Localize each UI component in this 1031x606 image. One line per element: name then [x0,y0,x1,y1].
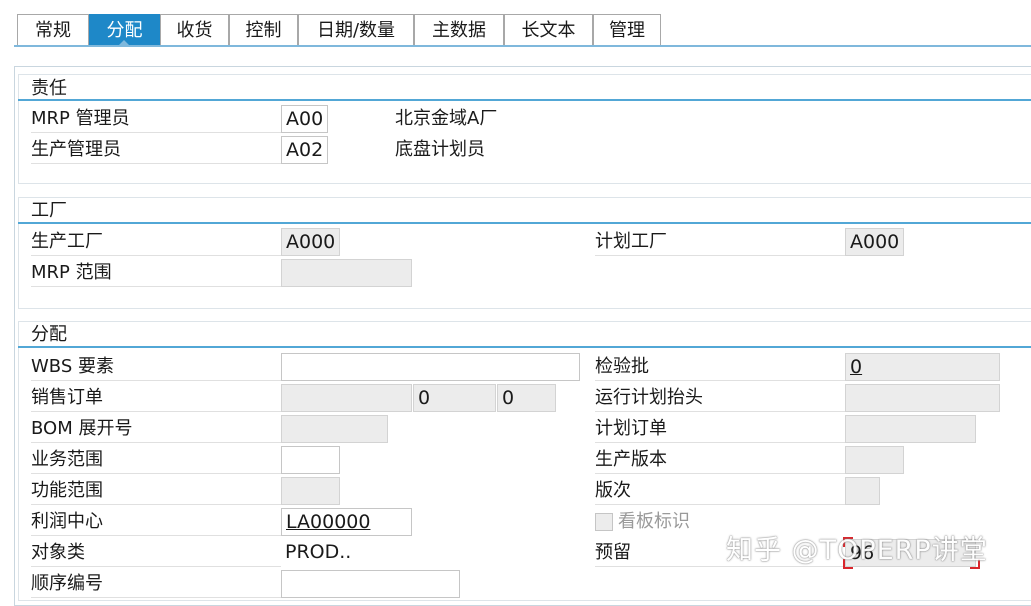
kanban-label: 看板标识 [618,511,690,532]
functional-area-label: 功能范围 [31,477,281,505]
planned-order-field [845,415,976,443]
sales-order-schedule-field: 0 [497,384,556,412]
planning-plant-field: A000 [845,228,904,256]
tab-goods-receipt[interactable]: 收货 [160,14,229,45]
production-plant-label: 生产工厂 [31,228,281,256]
tab-general[interactable]: 常规 [17,14,89,45]
sales-order-label: 销售订单 [31,384,281,412]
plant-title: 工厂 [31,200,67,221]
tab-administration[interactable]: 管理 [593,14,661,45]
sequence-number-field[interactable] [281,570,460,598]
mrp-area-field [281,259,412,287]
tab-long-text[interactable]: 长文本 [504,14,593,45]
production-version-label: 生产版本 [595,446,845,474]
business-area-field[interactable] [281,446,340,474]
profit-center-field[interactable]: LA00000 [281,508,412,536]
bom-explosion-label: BOM 展开号 [31,415,281,443]
active-tab-caret [118,40,130,46]
object-class-label: 对象类 [31,539,281,567]
watermark-text: 知乎 @TOPERP讲堂 [726,535,988,566]
production-supervisor-description: 底盘计划员 [395,139,485,160]
tab-master-data[interactable]: 主数据 [414,14,504,45]
profit-center-label: 利润中心 [31,508,281,536]
tab-bar: 常规 分配 收货 控制 日期/数量 主数据 长文本 管理 [0,0,1031,60]
kanban-checkbox[interactable] [595,513,613,531]
production-supervisor-field[interactable]: A02 [281,136,328,164]
mrp-controller-label: MRP 管理员 [31,105,281,133]
assignment-divider [18,346,1031,348]
run-schedule-header-field [845,384,1000,412]
tab-dates-quantities[interactable]: 日期/数量 [298,14,414,45]
sequence-number-label: 顺序编号 [31,570,281,598]
sales-order-field [281,384,412,412]
responsibility-title: 责任 [31,78,67,99]
tab-underline [14,45,1031,47]
responsibility-divider [18,99,1031,101]
inspection-lot-label: 检验批 [595,353,845,381]
mrp-area-label: MRP 范围 [31,259,281,287]
mrp-controller-description: 北京金域A厂 [395,108,498,129]
mrp-controller-field[interactable]: A00 [281,105,328,133]
assignment-title: 分配 [31,324,67,345]
object-class-field: PROD.. [285,541,352,563]
production-plant-field: A000 [281,228,340,256]
planned-order-label: 计划订单 [595,415,845,443]
business-area-label: 业务范围 [31,446,281,474]
production-supervisor-label: 生产管理员 [31,136,281,164]
revision-field [845,477,880,505]
tab-control[interactable]: 控制 [229,14,298,45]
wbs-element-label: WBS 要素 [31,353,281,381]
plant-divider [18,222,1031,224]
bom-explosion-field [281,415,388,443]
functional-area-field [281,477,340,505]
planning-plant-label: 计划工厂 [595,228,845,256]
run-schedule-header-label: 运行计划抬头 [595,384,845,412]
sales-order-item-field: 0 [413,384,496,412]
wbs-element-field[interactable] [281,353,580,381]
production-version-field [845,446,904,474]
inspection-lot-field[interactable]: 0 [845,353,1000,381]
revision-label: 版次 [595,477,845,505]
